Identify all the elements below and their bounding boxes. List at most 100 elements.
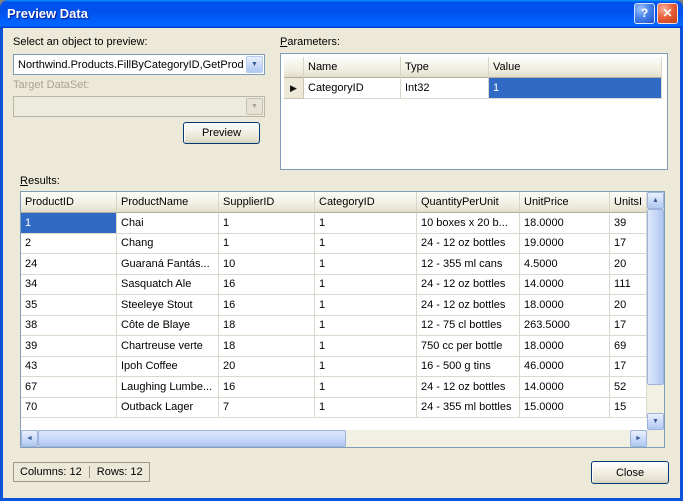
results-column-header[interactable]: QuantityPerUnit [417, 192, 520, 213]
window-close-button[interactable]: ✕ [657, 2, 678, 24]
results-cell[interactable]: 2 [21, 233, 117, 254]
results-cell[interactable]: 1 [315, 315, 417, 336]
results-cell[interactable]: 16 [219, 274, 315, 295]
results-cell[interactable]: 1 [315, 233, 417, 254]
parameters-row: ▶ CategoryID Int32 1 [284, 78, 662, 99]
results-cell[interactable]: Laughing Lumbe... [117, 377, 219, 398]
titlebar[interactable]: Preview Data ? ✕ [0, 0, 683, 28]
results-cell[interactable]: 69 [610, 336, 647, 357]
results-cell[interactable]: 18.0000 [520, 295, 610, 316]
results-cell[interactable]: 14.0000 [520, 377, 610, 398]
results-cell[interactable]: 35 [21, 295, 117, 316]
results-cell[interactable]: 15.0000 [520, 397, 610, 418]
results-cell[interactable]: 1 [315, 213, 417, 234]
results-cell[interactable]: 43 [21, 356, 117, 377]
results-cell[interactable]: 18 [219, 336, 315, 357]
close-button[interactable]: Close [591, 461, 669, 484]
results-cell[interactable]: 24 - 355 ml bottles [417, 397, 520, 418]
results-cell[interactable]: Côte de Blaye [117, 315, 219, 336]
results-cell[interactable]: 10 boxes x 20 b... [417, 213, 520, 234]
results-cell[interactable]: 17 [610, 315, 647, 336]
results-cell[interactable]: 24 - 12 oz bottles [417, 295, 520, 316]
results-cell[interactable]: 24 - 12 oz bottles [417, 274, 520, 295]
results-cell[interactable]: 38 [21, 315, 117, 336]
scroll-left-icon[interactable]: ◄ [21, 430, 38, 447]
results-cell[interactable]: 1 [315, 377, 417, 398]
results-cell[interactable]: 20 [610, 295, 647, 316]
results-cell[interactable]: 24 - 12 oz bottles [417, 233, 520, 254]
results-cell[interactable]: 1 [315, 254, 417, 275]
results-cell[interactable]: 4.5000 [520, 254, 610, 275]
results-cell[interactable]: 1 [315, 274, 417, 295]
results-cell[interactable]: 34 [21, 274, 117, 295]
results-cell[interactable]: 39 [21, 336, 117, 357]
results-cell[interactable]: Chang [117, 233, 219, 254]
select-object-label: Select an object to preview: [13, 36, 148, 48]
results-cell[interactable]: Chai [117, 213, 219, 234]
results-column-header[interactable]: UnitPrice [520, 192, 610, 213]
results-cell[interactable]: 24 [21, 254, 117, 275]
horizontal-scrollbar[interactable]: ◄ ► [21, 430, 647, 447]
vertical-scrollbar[interactable]: ▲ ▼ [647, 192, 664, 430]
results-cell[interactable]: 1 [21, 213, 117, 234]
results-cell[interactable]: 750 cc per bottle [417, 336, 520, 357]
results-cell[interactable]: 46.0000 [520, 356, 610, 377]
results-cell[interactable]: 12 - 75 cl bottles [417, 315, 520, 336]
results-cell[interactable]: 1 [315, 356, 417, 377]
results-cell[interactable]: 12 - 355 ml cans [417, 254, 520, 275]
results-cell[interactable]: 18 [219, 315, 315, 336]
results-column-header[interactable]: ProductName [117, 192, 219, 213]
results-cell[interactable]: 10 [219, 254, 315, 275]
results-column-header[interactable]: UnitsI [610, 192, 647, 213]
results-cell[interactable]: 14.0000 [520, 274, 610, 295]
results-cell[interactable]: Sasquatch Ale [117, 274, 219, 295]
window-title: Preview Data [7, 5, 88, 21]
results-cell[interactable]: 19.0000 [520, 233, 610, 254]
results-column-header[interactable]: ProductID [21, 192, 117, 213]
results-cell[interactable]: 67 [21, 377, 117, 398]
results-cell[interactable]: 1 [219, 233, 315, 254]
scrollbar-corner [647, 430, 664, 447]
results-cell[interactable]: Steeleye Stout [117, 295, 219, 316]
preview-button[interactable]: Preview [183, 122, 260, 144]
results-grid-viewport: ProductID ProductName SupplierID CategoryID… [21, 192, 647, 430]
results-cell[interactable]: 17 [610, 356, 647, 377]
results-cell[interactable]: 70 [21, 397, 117, 418]
results-cell[interactable]: 111 [610, 274, 647, 295]
results-cell[interactable]: 1 [219, 213, 315, 234]
results-cell[interactable]: 7 [219, 397, 315, 418]
results-column-header[interactable]: CategoryID [315, 192, 417, 213]
results-cell[interactable]: 15 [610, 397, 647, 418]
scroll-down-icon[interactable]: ▼ [647, 413, 664, 430]
results-cell[interactable]: 1 [315, 397, 417, 418]
help-button[interactable]: ? [634, 2, 655, 24]
results-cell[interactable]: Outback Lager [117, 397, 219, 418]
results-cell[interactable]: 16 - 500 g tins [417, 356, 520, 377]
object-combobox[interactable]: Northwind.Products.FillByCategoryID,GetP… [13, 54, 265, 75]
results-cell[interactable]: 1 [315, 295, 417, 316]
horizontal-scrollbar-thumb[interactable] [38, 430, 346, 447]
results-cell[interactable]: 24 - 12 oz bottles [417, 377, 520, 398]
parameters-cell[interactable]: 1 [489, 78, 662, 99]
results-cell[interactable]: Ipoh Coffee [117, 356, 219, 377]
parameters-cell[interactable]: CategoryID [304, 78, 401, 99]
scroll-right-icon[interactable]: ► [630, 430, 647, 447]
results-cell[interactable]: 16 [219, 377, 315, 398]
results-cell[interactable]: 52 [610, 377, 647, 398]
results-cell[interactable]: Guaraná Fantás... [117, 254, 219, 275]
object-combobox-dropdown-icon[interactable]: ▼ [246, 56, 263, 73]
results-cell[interactable]: 20 [219, 356, 315, 377]
results-cell[interactable]: 18.0000 [520, 336, 610, 357]
results-cell[interactable]: 18.0000 [520, 213, 610, 234]
results-cell[interactable]: 1 [315, 336, 417, 357]
results-column-header[interactable]: SupplierID [219, 192, 315, 213]
results-cell[interactable]: 20 [610, 254, 647, 275]
vertical-scrollbar-thumb[interactable] [647, 209, 664, 385]
results-cell[interactable]: 263.5000 [520, 315, 610, 336]
results-cell[interactable]: 16 [219, 295, 315, 316]
results-cell[interactable]: Chartreuse verte [117, 336, 219, 357]
results-cell[interactable]: 39 [610, 213, 647, 234]
scroll-up-icon[interactable]: ▲ [647, 192, 664, 209]
parameters-cell[interactable]: Int32 [401, 78, 489, 99]
results-cell[interactable]: 17 [610, 233, 647, 254]
